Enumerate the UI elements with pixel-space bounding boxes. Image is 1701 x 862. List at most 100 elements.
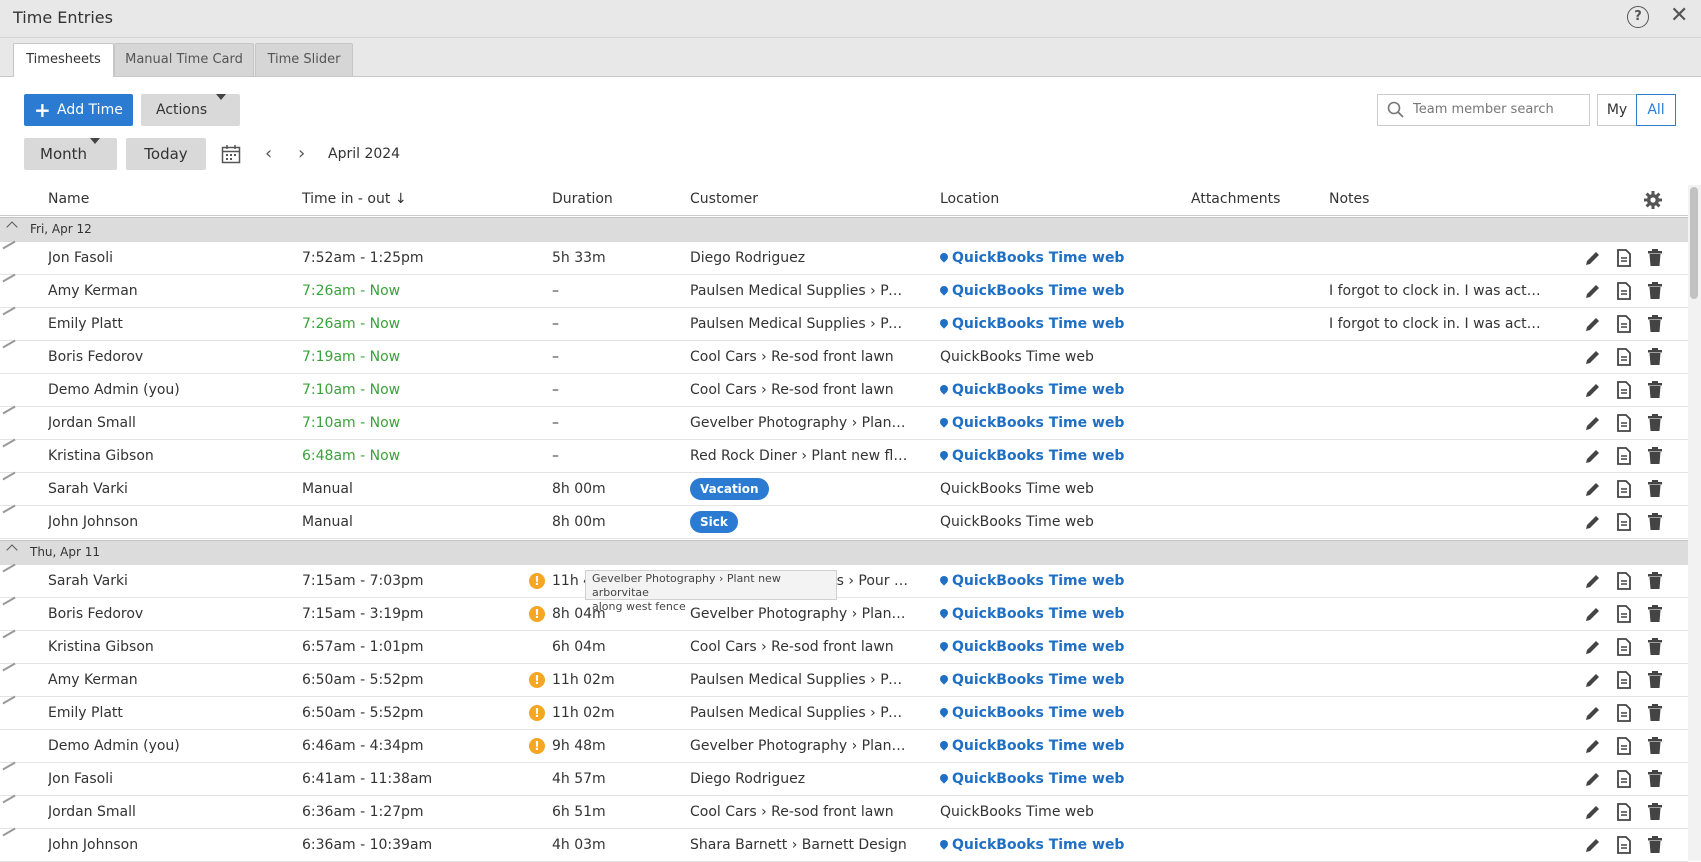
table-row[interactable]: Amy Kerman 7:26am - Now – Paulsen Medical S… (0, 273, 1688, 308)
table-row[interactable]: Demo Admin (you) 7:10am - Now – Cool Cars ›… (0, 374, 1688, 407)
chevron-right-icon[interactable]: › (298, 143, 305, 164)
table-row[interactable]: Demo Admin (you) 6:46am - 4:34pm! 9h 48m Ge… (0, 730, 1688, 763)
month-dropdown[interactable]: Month (24, 138, 117, 170)
edit-icon[interactable] (1584, 315, 1602, 333)
all-toggle[interactable]: All (1636, 94, 1676, 126)
trash-icon[interactable] (1647, 638, 1663, 656)
table-row[interactable]: John Johnson 6:36am - 10:39am 4h 03m Shara … (0, 827, 1688, 862)
document-icon[interactable] (1616, 836, 1632, 854)
row-name[interactable]: Boris Fedorov (48, 341, 288, 373)
row-name[interactable]: Emily Platt (48, 308, 288, 340)
chevron-up-icon[interactable] (6, 221, 18, 233)
row-name[interactable]: Kristina Gibson (48, 631, 288, 663)
edit-icon[interactable] (1584, 671, 1602, 689)
warning-icon[interactable]: ! (529, 705, 545, 721)
calendar-icon[interactable] (221, 144, 241, 164)
add-time-button[interactable]: + Add Time (24, 94, 133, 126)
gear-icon[interactable] (1643, 190, 1663, 210)
row-name[interactable]: Kristina Gibson (48, 440, 288, 472)
col-notes[interactable]: Notes (1329, 191, 1369, 207)
table-row[interactable]: John Johnson Manual 8h 00m Sick QuickBooks T… (0, 504, 1688, 539)
row-name[interactable]: Amy Kerman (48, 275, 288, 307)
col-duration[interactable]: Duration (552, 191, 613, 207)
scrollbar[interactable] (1688, 185, 1701, 861)
document-icon[interactable] (1616, 480, 1632, 498)
edit-icon[interactable] (1584, 737, 1602, 755)
trash-icon[interactable] (1647, 381, 1663, 399)
row-name[interactable]: Demo Admin (you) (48, 374, 288, 406)
row-location-link[interactable]: QuickBooks Time web (940, 374, 1180, 406)
row-name[interactable]: Emily Platt (48, 697, 288, 729)
table-row[interactable]: Jon Fasoli 7:52am - 1:25pm 5h 33m Diego Rod… (0, 240, 1688, 275)
row-location-link[interactable]: QuickBooks Time web (940, 565, 1180, 597)
edit-icon[interactable] (1584, 282, 1602, 300)
warning-icon[interactable]: ! (529, 738, 545, 754)
document-icon[interactable] (1616, 282, 1632, 300)
document-icon[interactable] (1616, 770, 1632, 788)
chevron-left-icon[interactable]: ‹ (265, 143, 272, 164)
row-name[interactable]: Jordan Small (48, 407, 288, 439)
edit-icon[interactable] (1584, 414, 1602, 432)
edit-icon[interactable] (1584, 348, 1602, 366)
table-row[interactable]: Amy Kerman 6:50am - 5:52pm! 11h 02m Paulsen… (0, 662, 1688, 697)
tab-timesheets[interactable]: Timesheets (13, 43, 114, 77)
table-row[interactable]: Sarah Varki Manual 8h 00m Vacation QuickBook… (0, 471, 1688, 506)
warning-icon[interactable]: ! (529, 672, 545, 688)
table-row[interactable]: Jordan Small 6:36am - 1:27pm 6h 51m Cool Ca… (0, 794, 1688, 829)
row-location-link[interactable]: QuickBooks Time web (940, 440, 1180, 472)
edit-icon[interactable] (1584, 704, 1602, 722)
edit-icon[interactable] (1584, 572, 1602, 590)
row-location-link[interactable]: QuickBooks Time web (940, 664, 1180, 696)
help-icon[interactable]: ? (1627, 6, 1649, 28)
edit-icon[interactable] (1584, 605, 1602, 623)
document-icon[interactable] (1616, 348, 1632, 366)
today-button[interactable]: Today (126, 138, 206, 170)
table-row[interactable]: Jordan Small 7:10am - Now – Gevelber Photog… (0, 405, 1688, 440)
row-name[interactable]: Demo Admin (you) (48, 730, 288, 762)
team-member-search[interactable]: Team member search (1377, 94, 1590, 126)
tab-time-slider[interactable]: Time Slider (255, 43, 353, 76)
close-icon[interactable]: ✕ (1670, 4, 1688, 28)
col-attachments[interactable]: Attachments (1191, 191, 1280, 207)
row-name[interactable]: Jon Fasoli (48, 242, 288, 274)
row-name[interactable]: Sarah Varki (48, 565, 288, 597)
table-row[interactable]: Boris Fedorov 7:15am - 3:19pm! 8h 04m Gevel… (0, 596, 1688, 631)
trash-icon[interactable] (1647, 249, 1663, 267)
date-group-header[interactable]: Thu, Apr 11 (0, 540, 1688, 566)
table-row[interactable]: Jon Fasoli 6:41am - 11:38am 4h 57m Diego Ro… (0, 761, 1688, 796)
edit-icon[interactable] (1584, 480, 1602, 498)
document-icon[interactable] (1616, 447, 1632, 465)
table-row[interactable]: Kristina Gibson 6:57am - 1:01pm 6h 04m Cool… (0, 629, 1688, 664)
trash-icon[interactable] (1647, 605, 1663, 623)
chevron-up-icon[interactable] (6, 544, 18, 556)
tab-manual-time-card[interactable]: Manual Time Card (114, 43, 254, 76)
row-location-link[interactable]: QuickBooks Time web (940, 763, 1180, 795)
document-icon[interactable] (1616, 414, 1632, 432)
row-name[interactable]: Jordan Small (48, 796, 288, 828)
row-location-link[interactable]: QuickBooks Time web (940, 242, 1180, 274)
row-location-link[interactable]: QuickBooks Time web (940, 631, 1180, 663)
edit-icon[interactable] (1584, 249, 1602, 267)
trash-icon[interactable] (1647, 447, 1663, 465)
trash-icon[interactable] (1647, 737, 1663, 755)
table-row[interactable]: Emily Platt 7:26am - Now – Paulsen Medical … (0, 306, 1688, 341)
table-row[interactable]: Boris Fedorov 7:19am - Now – Cool Cars › Re… (0, 339, 1688, 374)
warning-icon[interactable]: ! (529, 573, 545, 589)
col-location[interactable]: Location (940, 191, 999, 207)
actions-button[interactable]: Actions (141, 94, 240, 126)
col-time[interactable]: Time in - out ↓ (302, 191, 407, 207)
trash-icon[interactable] (1647, 770, 1663, 788)
trash-icon[interactable] (1647, 315, 1663, 333)
trash-icon[interactable] (1647, 704, 1663, 722)
row-location-link[interactable]: QuickBooks Time web (940, 275, 1180, 307)
row-location-link[interactable]: QuickBooks Time web (940, 598, 1180, 630)
document-icon[interactable] (1616, 315, 1632, 333)
document-icon[interactable] (1616, 249, 1632, 267)
col-customer[interactable]: Customer (690, 191, 758, 207)
trash-icon[interactable] (1647, 414, 1663, 432)
row-name[interactable]: Sarah Varki (48, 473, 288, 505)
row-name[interactable]: John Johnson (48, 506, 288, 538)
document-icon[interactable] (1616, 513, 1632, 531)
trash-icon[interactable] (1647, 803, 1663, 821)
trash-icon[interactable] (1647, 513, 1663, 531)
